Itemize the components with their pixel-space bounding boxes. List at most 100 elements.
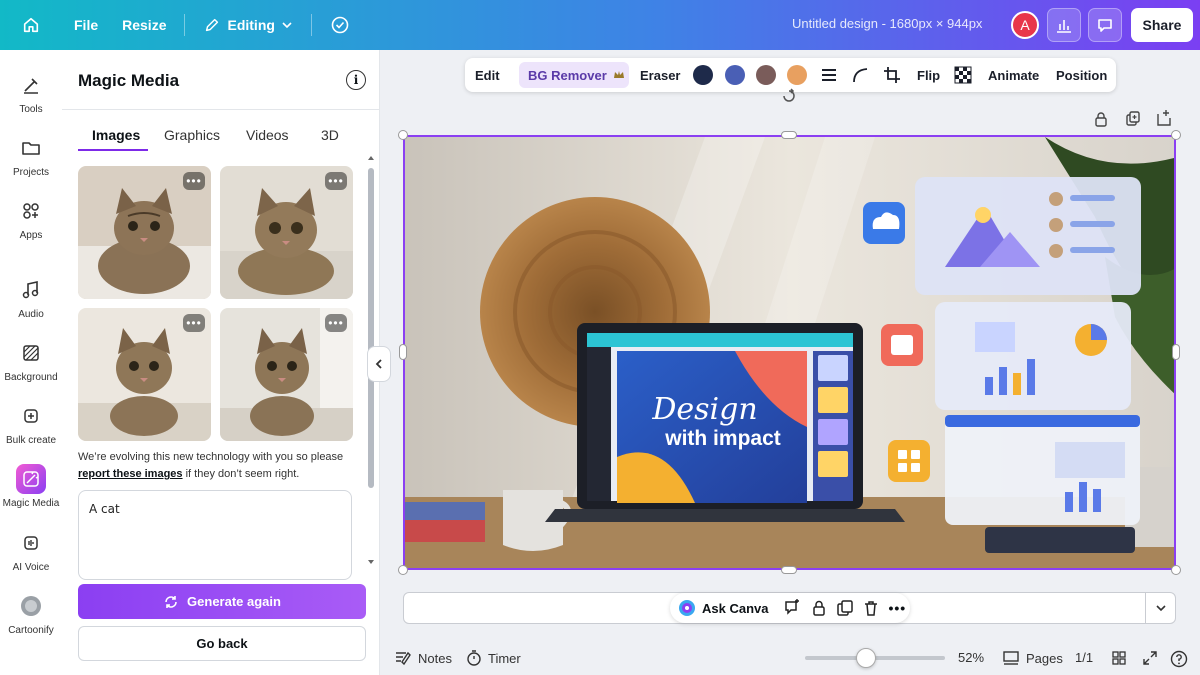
timer-icon (467, 650, 481, 666)
divider (184, 14, 186, 36)
avatar[interactable]: A (1011, 11, 1039, 39)
generated-image-4[interactable]: ••• (220, 308, 353, 441)
design-title[interactable]: Untitled design - 1680px × 944px (792, 16, 982, 31)
generate-again-button[interactable]: Generate again (78, 584, 366, 619)
zoom-slider-handle[interactable] (856, 648, 876, 668)
notice-text: if they don’t seem right. (185, 468, 300, 480)
duplicate-icon[interactable] (1125, 111, 1141, 127)
resize-handle-bottom-left[interactable] (398, 565, 408, 575)
ask-canva-label: Ask Canva (702, 600, 769, 616)
color-swatch-3[interactable] (756, 65, 776, 85)
add-page-icon[interactable] (1156, 109, 1172, 127)
color-swatch-2[interactable] (725, 65, 745, 85)
chevron-down-icon (282, 22, 292, 29)
zoom-level[interactable]: 52% (958, 650, 984, 665)
resize-handle-bottom[interactable] (781, 566, 797, 574)
more-options-icon[interactable]: ••• (325, 172, 347, 190)
design-canvas-image[interactable]: Design with impact (403, 135, 1176, 570)
rail-item-label: AI Voice (12, 562, 50, 573)
expand-pages-button[interactable] (1145, 593, 1175, 623)
crop-button[interactable] (883, 58, 901, 92)
tab-3d[interactable]: 3D (321, 127, 339, 143)
border-style-button[interactable] (820, 58, 838, 92)
magic-media-panel: Magic Media i Images Graphics Videos 3D … (62, 50, 380, 675)
prompt-input[interactable]: A cat (78, 490, 352, 580)
bg-remover-label: BG Remover (528, 67, 607, 83)
go-back-button[interactable]: Go back (78, 626, 366, 661)
trash-icon[interactable] (862, 599, 880, 617)
ask-canva-button[interactable]: Ask Canva (678, 599, 768, 617)
resize-handle-bottom-right[interactable] (1171, 565, 1181, 575)
flip-button[interactable]: Flip (917, 58, 940, 92)
cloud-save-status[interactable] (318, 8, 362, 42)
resize-label: Resize (122, 17, 167, 33)
tab-videos[interactable]: Videos (246, 127, 289, 143)
more-options-icon[interactable]: ••• (183, 172, 205, 190)
lock-icon[interactable] (810, 599, 828, 617)
generated-image-3[interactable]: ••• (78, 308, 211, 441)
rail-item-label: Projects (12, 167, 50, 178)
chevron-left-icon (375, 359, 382, 369)
duplicate-icon[interactable] (836, 599, 854, 617)
ai-voice-icon (16, 528, 46, 558)
resize-button[interactable]: Resize (110, 8, 178, 42)
notes-button[interactable]: Notes (394, 650, 452, 666)
tab-images[interactable]: Images (92, 127, 140, 143)
pencil-icon (206, 18, 219, 32)
bulk-create-icon (16, 401, 46, 431)
rail-item-background[interactable]: Background (0, 338, 62, 383)
crop-icon (884, 67, 900, 83)
home-button[interactable] (0, 0, 62, 50)
chevron-down-icon (1155, 605, 1166, 612)
resize-handle-top[interactable] (781, 131, 797, 139)
pages-icon (1003, 651, 1019, 665)
resize-handle-top-right[interactable] (1171, 130, 1181, 140)
color-swatch-4[interactable] (787, 65, 807, 85)
edit-button[interactable]: Edit (475, 58, 500, 92)
music-note-icon (16, 275, 46, 305)
rail-item-magic-media[interactable]: Magic Media (0, 464, 62, 509)
rail-item-ai-voice[interactable]: AI Voice (0, 528, 62, 573)
help-button[interactable] (1170, 650, 1188, 668)
insights-button[interactable] (1047, 8, 1081, 42)
add-comment-icon[interactable] (782, 598, 802, 618)
generated-image-1[interactable]: ••• (78, 166, 211, 299)
rail-item-projects[interactable]: Projects (0, 133, 62, 178)
more-options-icon[interactable]: ••• (183, 314, 205, 332)
color-swatch-1[interactable] (693, 65, 713, 85)
animate-button[interactable]: Animate (988, 58, 1039, 92)
rail-item-tools[interactable]: Tools (0, 70, 62, 115)
transparency-button[interactable] (954, 58, 972, 92)
more-options-icon[interactable]: ••• (888, 600, 906, 616)
rotate-icon[interactable] (780, 88, 798, 104)
grid-view-button[interactable] (1111, 650, 1127, 666)
scrollbar-thumb[interactable] (368, 168, 374, 488)
tab-graphics[interactable]: Graphics (164, 127, 220, 143)
eraser-button[interactable]: Eraser (640, 58, 680, 92)
resize-handle-left[interactable] (399, 344, 407, 360)
timer-button[interactable]: Timer (466, 650, 521, 666)
resize-handle-right[interactable] (1172, 344, 1180, 360)
collapse-panel-button[interactable] (367, 346, 391, 382)
file-menu[interactable]: File (62, 8, 110, 42)
comments-button[interactable] (1088, 8, 1122, 42)
info-icon[interactable]: i (346, 70, 366, 90)
rail-item-audio[interactable]: Audio (0, 275, 62, 320)
fullscreen-button[interactable] (1142, 650, 1158, 666)
report-images-link[interactable]: report these images (78, 468, 183, 480)
corner-rounding-button[interactable] (851, 58, 869, 92)
rail-item-cartoonify[interactable]: Cartoonify (0, 591, 62, 636)
editing-mode-dropdown[interactable]: Editing (191, 8, 304, 42)
position-button[interactable]: Position (1056, 58, 1107, 92)
resize-handle-top-left[interactable] (398, 130, 408, 140)
bg-remover-button[interactable]: BG Remover (528, 58, 625, 92)
file-label: File (74, 17, 99, 33)
more-options-icon[interactable]: ••• (325, 314, 347, 332)
generated-image-2[interactable]: ••• (220, 166, 353, 299)
home-icon (23, 17, 39, 33)
rail-item-bulk-create[interactable]: Bulk create (0, 401, 62, 446)
rail-item-apps[interactable]: Apps (0, 196, 62, 241)
share-button[interactable]: Share (1131, 8, 1193, 42)
pages-button[interactable]: Pages (1002, 650, 1063, 666)
lock-icon[interactable] (1093, 111, 1109, 127)
